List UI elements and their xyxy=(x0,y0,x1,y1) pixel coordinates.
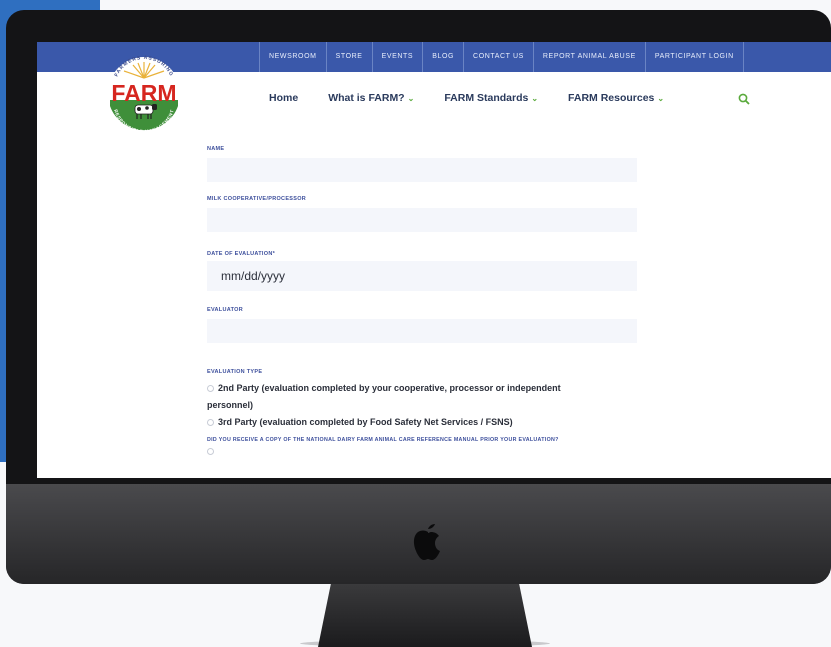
evaluator-label: EVALUATOR xyxy=(207,307,244,313)
monitor-stand xyxy=(318,584,532,647)
nav-link-newsroom[interactable]: NEWSROOM xyxy=(259,42,326,72)
logo-wordmark: FARM xyxy=(111,80,176,106)
chevron-down-icon: ⌄ xyxy=(657,94,665,103)
manual-question-options xyxy=(207,446,637,456)
nav-farm-resources-label: FARM Resources xyxy=(568,92,655,104)
nav-home[interactable]: Home xyxy=(269,92,298,104)
evaluator-input[interactable] xyxy=(207,319,637,343)
option-3rd-party-text: 3rd Party (evaluation completed by Food … xyxy=(218,417,513,427)
nav-farm-resources[interactable]: FARM Resources ⌄ xyxy=(568,92,664,104)
option-3rd-party[interactable]: 3rd Party (evaluation completed by Food … xyxy=(207,414,637,431)
photo-scene: NEWSROOM STORE EVENTS BLOG CONTACT US RE… xyxy=(0,0,831,647)
browser-screen: NEWSROOM STORE EVENTS BLOG CONTACT US RE… xyxy=(37,42,831,478)
date-of-evaluation-input[interactable]: mm/dd/yyyy xyxy=(207,261,637,291)
manual-question-label: DID YOU RECEIVE A COPY OF THE NATIONAL D… xyxy=(207,437,559,443)
option-2nd-party-text: 2nd Party (evaluation completed by your … xyxy=(218,383,561,393)
nav-home-label: Home xyxy=(269,92,299,104)
search-icon[interactable] xyxy=(738,93,750,105)
radio-yes[interactable] xyxy=(207,448,214,456)
name-label: NAME xyxy=(207,146,225,152)
date-of-evaluation-label: DATE OF EVALUATION* xyxy=(207,251,276,257)
evaluation-form: NAME MILK COOPERATIVE/PROCESSOR DATE OF … xyxy=(207,146,637,456)
option-2nd-party[interactable]: 2nd Party (evaluation completed by your … xyxy=(207,380,637,397)
farm-logo[interactable]: FARMERS ASSURING RESPONSIBLE MANAGEMENT … xyxy=(101,48,187,134)
nav-what-is-farm[interactable]: What is FARM? ⌄ xyxy=(328,92,414,104)
nav-farm-standards-label: FARM Standards xyxy=(444,92,529,104)
nav-link-blog[interactable]: BLOG xyxy=(422,42,463,72)
main-nav: Home What is FARM? ⌄ FARM Standards ⌄ FARM… xyxy=(269,92,694,104)
milk-cooperative-input[interactable] xyxy=(207,208,637,232)
chevron-down-icon: ⌄ xyxy=(531,94,539,103)
evaluation-type-label: EVALUATION TYPE xyxy=(207,369,263,375)
radio-2nd-party[interactable] xyxy=(207,385,214,393)
name-input[interactable] xyxy=(207,158,637,182)
nav-link-events[interactable]: EVENTS xyxy=(371,42,423,72)
chevron-down-icon: ⌄ xyxy=(407,94,415,103)
evaluation-type-options: 2nd Party (evaluation completed by your … xyxy=(207,380,637,431)
nav-link-contact-us[interactable]: CONTACT US xyxy=(463,42,533,72)
nav-link-store[interactable]: STORE xyxy=(325,42,372,72)
nav-what-is-farm-label: What is FARM? xyxy=(328,92,405,104)
milk-cooperative-label: MILK COOPERATIVE/PROCESSOR xyxy=(207,196,307,202)
apple-logo-icon xyxy=(413,524,440,560)
option-2nd-party-continued: personnel) xyxy=(207,400,254,410)
utility-nav-links: NEWSROOM STORE EVENTS BLOG CONTACT US RE… xyxy=(259,42,744,72)
radio-3rd-party[interactable] xyxy=(207,419,214,427)
nav-link-participant-login[interactable]: PARTICIPANT LOGIN xyxy=(644,42,744,72)
nav-farm-standards[interactable]: FARM Standards ⌄ xyxy=(444,92,538,104)
nav-link-report-animal-abuse[interactable]: REPORT ANIMAL ABUSE xyxy=(532,42,645,72)
